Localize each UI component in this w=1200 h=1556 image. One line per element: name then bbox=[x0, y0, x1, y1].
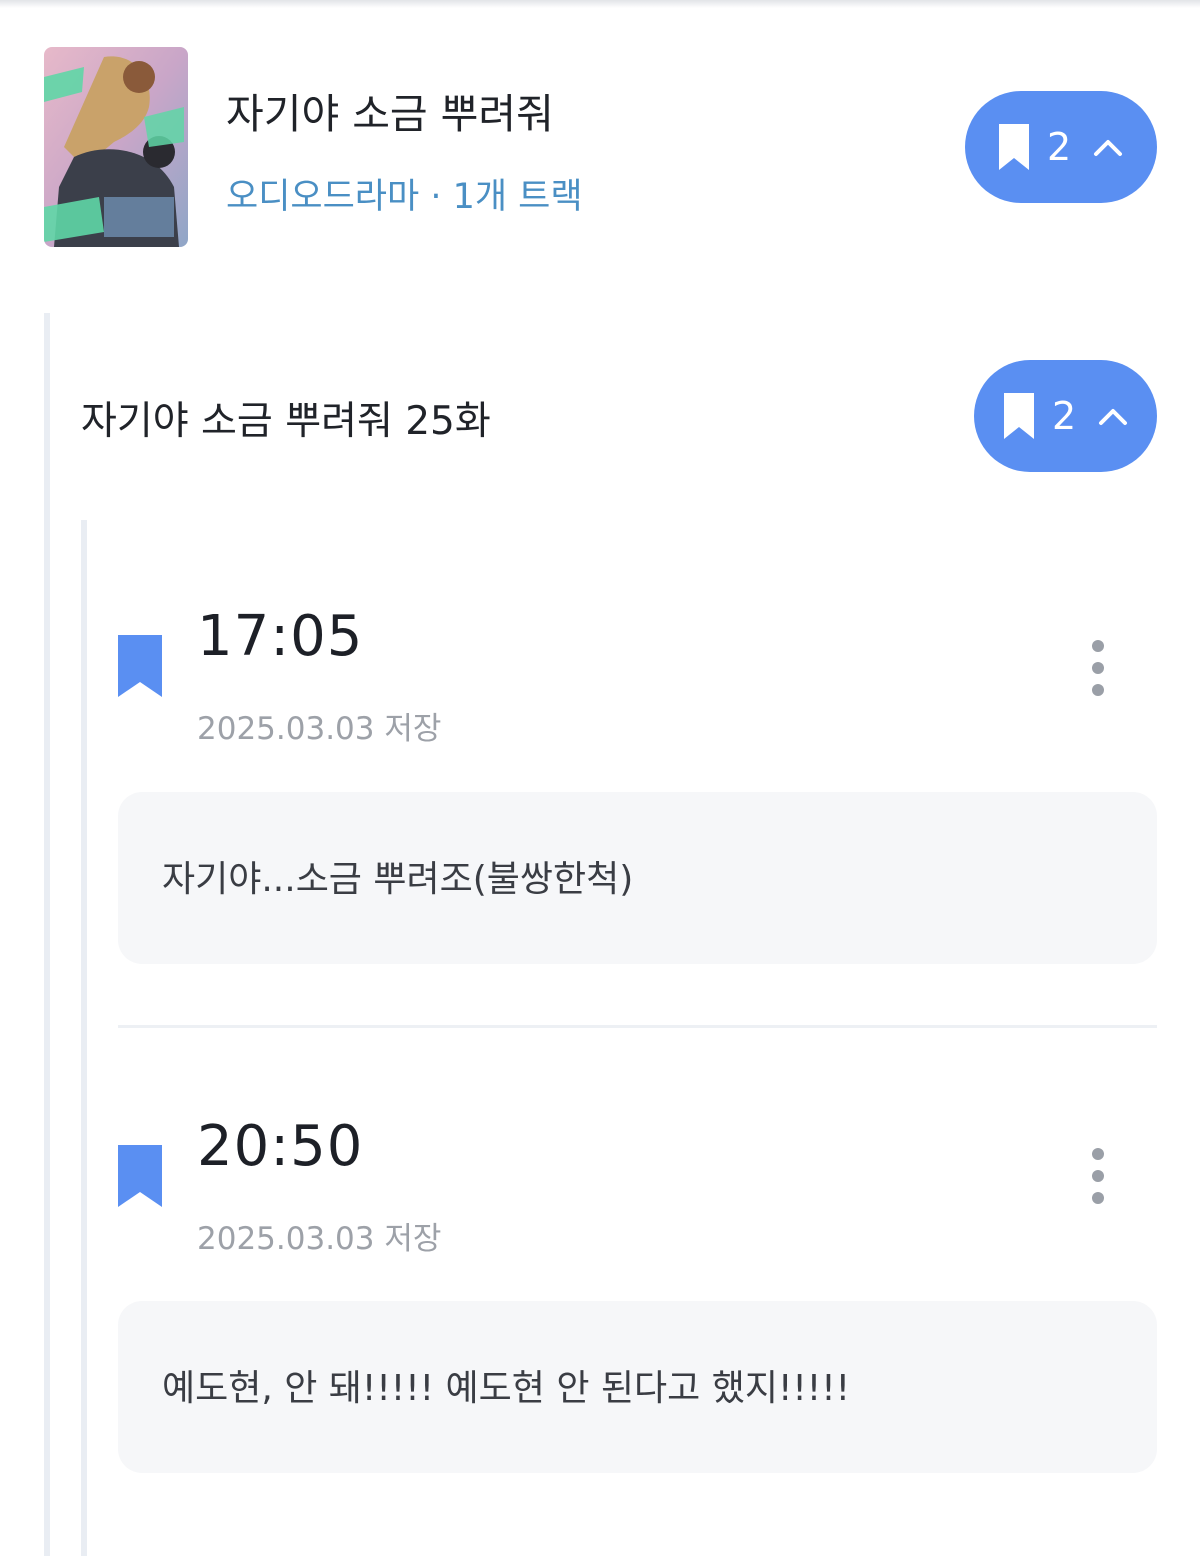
album-cover-art bbox=[44, 47, 188, 247]
divider bbox=[118, 1025, 1157, 1028]
bookmark-date: 2025.03.03 저장 bbox=[197, 1221, 442, 1257]
bookmark-icon bbox=[997, 122, 1031, 172]
chevron-up-icon bbox=[1098, 406, 1128, 426]
episode-title: 자기야 소금 뿌려줘 25화 bbox=[81, 399, 491, 444]
album-meta: 오디오드라마 · 1개 트랙 bbox=[226, 177, 583, 217]
album-guide-line bbox=[44, 313, 50, 1556]
bookmark-memo[interactable]: 자기야...소금 뿌려조(불쌍한척) bbox=[118, 792, 1157, 964]
episode-guide-line bbox=[81, 520, 87, 1556]
album-bookmark-toggle[interactable]: 2 bbox=[965, 91, 1157, 203]
album-bookmark-count: 2 bbox=[1047, 125, 1072, 169]
memo-text: 예도현, 안 돼!!!!! 예도현 안 된다고 했지!!!!! bbox=[162, 1368, 851, 1409]
bookmark-time[interactable]: 17:05 bbox=[197, 604, 363, 669]
bookmark-icon bbox=[118, 1145, 162, 1211]
episode-bookmark-toggle[interactable]: 2 bbox=[974, 360, 1157, 472]
more-vertical-icon[interactable] bbox=[1086, 1148, 1110, 1204]
album-title: 자기야 소금 뿌려줘 bbox=[226, 90, 554, 138]
chevron-up-icon bbox=[1093, 137, 1123, 157]
bookmark-memo[interactable]: 예도현, 안 돼!!!!! 예도현 안 된다고 했지!!!!! bbox=[118, 1301, 1157, 1473]
album-cover[interactable] bbox=[44, 47, 188, 247]
more-vertical-icon[interactable] bbox=[1086, 640, 1110, 696]
top-shadow bbox=[0, 0, 1200, 8]
bookmark-date: 2025.03.03 저장 bbox=[197, 711, 442, 747]
bookmark-time[interactable]: 20:50 bbox=[197, 1114, 363, 1179]
episode-bookmark-count: 2 bbox=[1052, 394, 1077, 438]
bookmark-icon bbox=[1002, 391, 1036, 441]
bookmark-icon bbox=[118, 635, 162, 701]
memo-text: 자기야...소금 뿌려조(불쌍한척) bbox=[162, 859, 634, 900]
